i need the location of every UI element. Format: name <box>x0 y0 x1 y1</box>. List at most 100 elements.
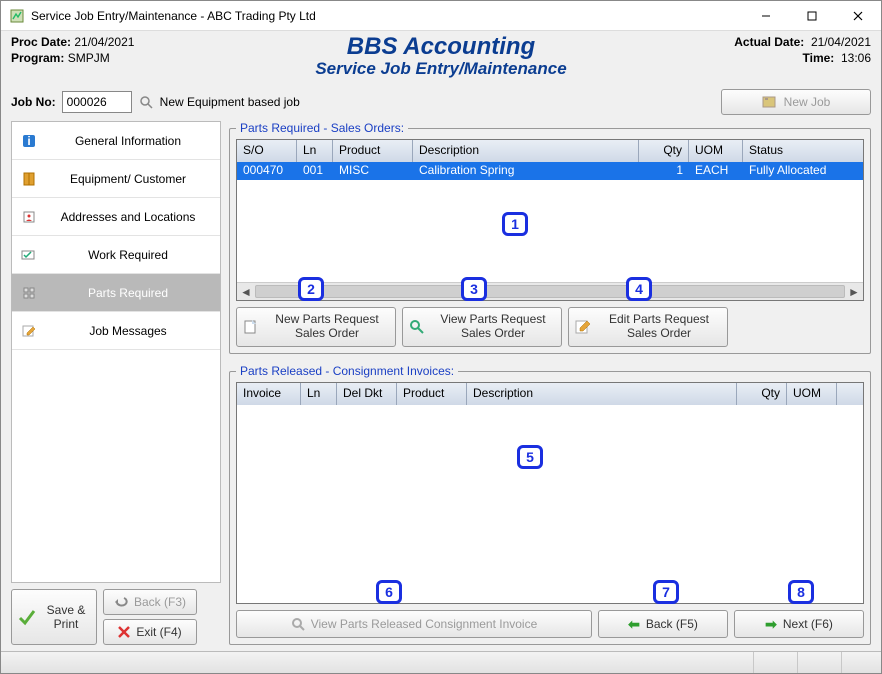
save-print-button[interactable]: Save & Print <box>11 589 97 645</box>
col-spacer <box>837 383 863 405</box>
horizontal-scrollbar[interactable]: ◄ ► <box>237 282 863 300</box>
back-f3-label: Back (F3) <box>134 595 186 609</box>
header-info: Proc Date: 21/04/2021 Program: SMPJM BBS… <box>11 35 871 79</box>
view-parts-request-label: View Parts Request Sales Order <box>431 313 555 341</box>
new-parts-request-label: New Parts Request Sales Order <box>265 313 389 341</box>
check-icon <box>18 608 36 626</box>
arrow-right-icon: ➡ <box>765 616 777 633</box>
tab-parts-required[interactable]: Parts Required <box>12 274 220 312</box>
program-value: SMPJM <box>68 51 110 65</box>
scroll-left-icon[interactable]: ◄ <box>237 283 255 301</box>
col-qty[interactable]: Qty <box>639 140 689 162</box>
col-deldkt[interactable]: Del Dkt <box>337 383 397 405</box>
job-no-input[interactable] <box>62 91 132 113</box>
parts-required-buttons: New Parts Request Sales Order View Parts… <box>236 307 864 347</box>
back-f5-label: Back (F5) <box>646 617 698 631</box>
grid-header: Invoice Ln Del Dkt Product Description Q… <box>237 383 863 405</box>
job-no-label: Job No: <box>11 95 56 109</box>
app-title: BBS Accounting <box>211 35 671 59</box>
client-area: Proc Date: 21/04/2021 Program: SMPJM BBS… <box>1 31 881 651</box>
edit-parts-request-button[interactable]: Edit Parts Request Sales Order <box>568 307 728 347</box>
new-icon <box>243 319 259 335</box>
tab-addresses-locations[interactable]: Addresses and Locations <box>12 198 220 236</box>
window-title: Service Job Entry/Maintenance - ABC Trad… <box>31 9 743 23</box>
exit-f4-label: Exit (F4) <box>136 625 181 639</box>
table-row[interactable]: 000470 001 MISC Calibration Spring 1 EAC… <box>237 162 863 180</box>
main-panel: Parts Required - Sales Orders: S/O Ln Pr… <box>229 121 871 645</box>
tab-label: Job Messages <box>44 324 212 338</box>
search-icon <box>291 617 305 631</box>
job-desc: New Equipment based job <box>160 95 300 109</box>
col-product[interactable]: Product <box>397 383 467 405</box>
proc-date-label: Proc Date: <box>11 35 71 49</box>
job-row: Job No: New Equipment based job New Job <box>11 89 871 115</box>
scroll-right-icon[interactable]: ► <box>845 283 863 301</box>
col-description[interactable]: Description <box>413 140 639 162</box>
cell-status: Fully Allocated <box>743 162 863 180</box>
actual-date-value: 21/04/2021 <box>811 35 871 49</box>
col-so[interactable]: S/O <box>237 140 297 162</box>
col-ln[interactable]: Ln <box>297 140 333 162</box>
col-uom[interactable]: UOM <box>689 140 743 162</box>
tab-label: Equipment/ Customer <box>44 172 212 186</box>
col-description[interactable]: Description <box>467 383 737 405</box>
cell-ln: 001 <box>297 162 333 180</box>
col-qty[interactable]: Qty <box>737 383 787 405</box>
scroll-thumb[interactable] <box>255 285 845 298</box>
col-invoice[interactable]: Invoice <box>237 383 301 405</box>
parts-required-grid[interactable]: S/O Ln Product Description Qty UOM Statu… <box>236 139 864 301</box>
view-parts-released-button[interactable]: View Parts Released Consignment Invoice <box>236 610 592 638</box>
book-icon <box>20 170 38 188</box>
edit-icon <box>20 322 38 340</box>
status-seg <box>841 652 881 673</box>
parts-released-grid[interactable]: Invoice Ln Del Dkt Product Description Q… <box>236 382 864 604</box>
status-bar <box>1 651 881 673</box>
back-f3-button[interactable]: Back (F3) <box>103 589 197 615</box>
col-ln[interactable]: Ln <box>301 383 337 405</box>
tab-label: General Information <box>44 134 212 148</box>
info-icon: i <box>20 132 38 150</box>
parts-released-group: Parts Released - Consignment Invoices: I… <box>229 364 871 645</box>
tab-label: Parts Required <box>44 286 212 300</box>
cell-uom: EACH <box>689 162 743 180</box>
app-window: Service Job Entry/Maintenance - ABC Trad… <box>0 0 882 674</box>
edit-icon <box>575 319 591 335</box>
svg-text:i: i <box>27 134 30 148</box>
maximize-button[interactable] <box>789 1 835 31</box>
program-label: Program: <box>11 51 64 65</box>
col-status[interactable]: Status <box>743 140 863 162</box>
cell-product: MISC <box>333 162 413 180</box>
lookup-icon[interactable] <box>138 94 154 110</box>
time-label: Time: <box>803 51 835 65</box>
col-uom[interactable]: UOM <box>787 383 837 405</box>
status-seg <box>797 652 837 673</box>
tab-job-messages[interactable]: Job Messages <box>12 312 220 350</box>
tab-equipment-customer[interactable]: Equipment/ Customer <box>12 160 220 198</box>
new-parts-request-button[interactable]: New Parts Request Sales Order <box>236 307 396 347</box>
tab-work-required[interactable]: Work Required <box>12 236 220 274</box>
app-icon <box>9 8 25 24</box>
time-value: 13:06 <box>841 51 871 65</box>
minimize-button[interactable] <box>743 1 789 31</box>
parts-released-legend: Parts Released - Consignment Invoices: <box>236 364 458 378</box>
next-f6-button[interactable]: ➡ Next (F6) <box>734 610 864 638</box>
exit-f4-button[interactable]: Exit (F4) <box>103 619 197 645</box>
tab-general-information[interactable]: i General Information <box>12 122 220 160</box>
view-parts-request-button[interactable]: View Parts Request Sales Order <box>402 307 562 347</box>
back-f5-button[interactable]: ⬅ Back (F5) <box>598 610 728 638</box>
back-arrow-icon <box>114 596 128 608</box>
proc-date-value: 21/04/2021 <box>74 35 134 49</box>
new-job-button[interactable]: New Job <box>721 89 871 115</box>
save-print-label: Save & Print <box>42 603 90 631</box>
col-product[interactable]: Product <box>333 140 413 162</box>
parts-required-group: Parts Required - Sales Orders: S/O Ln Pr… <box>229 121 871 354</box>
status-seg <box>753 652 793 673</box>
window-buttons <box>743 1 881 31</box>
parts-required-legend: Parts Required - Sales Orders: <box>236 121 408 135</box>
grid-body[interactable] <box>237 405 863 603</box>
address-icon <box>20 208 38 226</box>
grid-body[interactable]: 000470 001 MISC Calibration Spring 1 EAC… <box>237 162 863 282</box>
arrow-left-icon: ⬅ <box>628 616 640 633</box>
close-button[interactable] <box>835 1 881 31</box>
tab-label: Work Required <box>44 248 212 262</box>
